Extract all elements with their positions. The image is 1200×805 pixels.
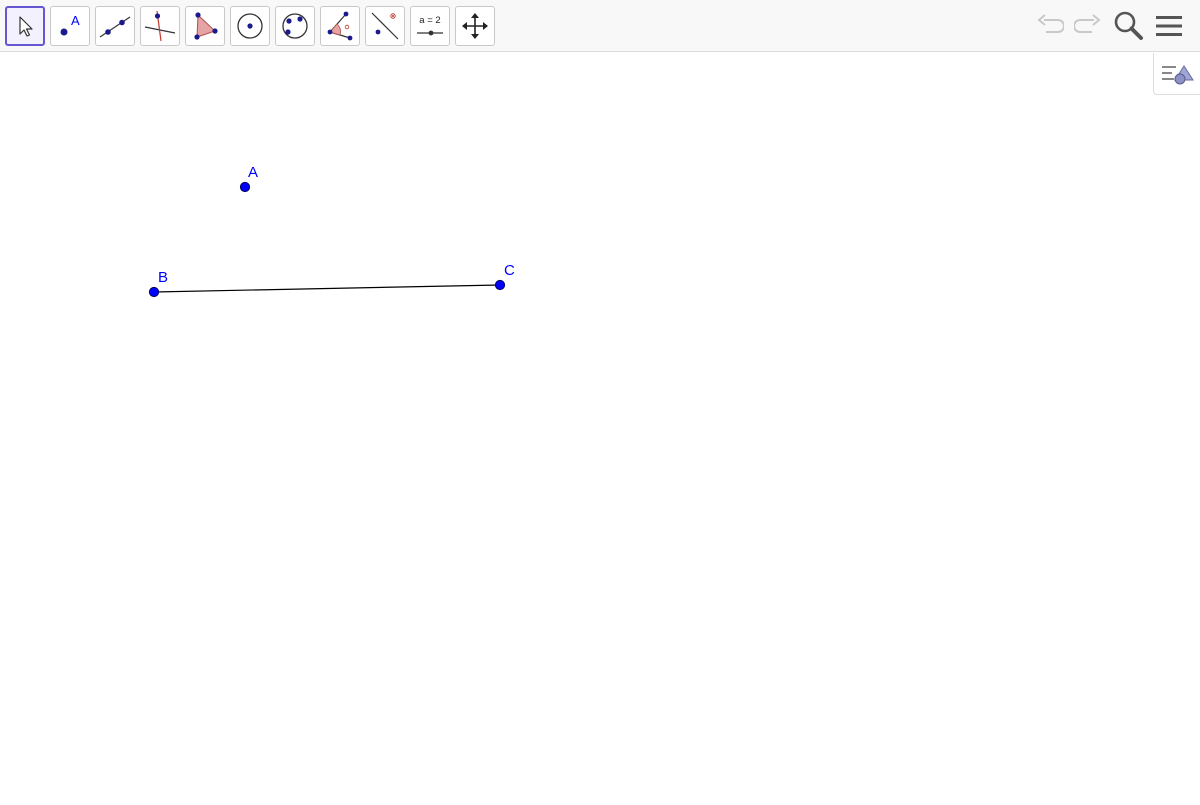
arrow-cursor-icon xyxy=(19,16,33,37)
perpendicular-line-tool-button[interactable] xyxy=(140,6,180,46)
circle-center-point-icon xyxy=(237,13,263,39)
header-controls xyxy=(1032,8,1186,44)
angle-icon xyxy=(327,11,353,41)
point-a[interactable] xyxy=(239,181,251,193)
circle-three-points-tool-button[interactable] xyxy=(275,6,315,46)
slider-tool-text: a = 2 xyxy=(419,15,440,26)
move-arrows-icon xyxy=(462,13,488,39)
search-icon xyxy=(1114,11,1143,40)
main-menu-button[interactable] xyxy=(1152,8,1186,44)
reflect-tool-button[interactable] xyxy=(365,6,405,46)
slider-tool-button[interactable]: a = 2 xyxy=(410,6,450,46)
point-a-label: A xyxy=(248,164,258,181)
menu-icon xyxy=(1156,16,1182,36)
point-c-label: C xyxy=(504,262,515,279)
graphics-view[interactable]: A B C xyxy=(0,53,1200,800)
perpendicular-line-icon xyxy=(144,10,176,42)
slider-icon: a = 2 xyxy=(417,15,443,36)
segment-bc[interactable] xyxy=(153,284,501,293)
move-graphics-view-tool-button[interactable] xyxy=(455,6,495,46)
point-tool-letter: A xyxy=(71,13,80,28)
construction-canvas[interactable]: A B C xyxy=(0,53,1200,800)
angle-tool-button[interactable] xyxy=(320,6,360,46)
polygon-tool-button[interactable] xyxy=(185,6,225,46)
point-b[interactable] xyxy=(148,286,160,298)
point-b-label: B xyxy=(158,269,168,286)
point-icon: A xyxy=(60,13,80,36)
point-c[interactable] xyxy=(494,279,506,291)
redo-button[interactable] xyxy=(1072,8,1106,44)
point-tool-button[interactable]: A xyxy=(50,6,90,46)
line-tool-button[interactable] xyxy=(95,6,135,46)
reflect-about-line-icon xyxy=(371,12,399,40)
undo-button[interactable] xyxy=(1032,8,1066,44)
polygon-icon xyxy=(194,12,218,40)
line-icon xyxy=(99,16,131,38)
move-tool-button[interactable] xyxy=(5,6,45,46)
circle-three-points-icon xyxy=(282,13,308,39)
redo-icon xyxy=(1074,14,1101,33)
toolbar: A a = 2 xyxy=(0,0,1200,52)
tool-group: A a = 2 xyxy=(5,6,495,46)
search-button[interactable] xyxy=(1112,8,1146,44)
undo-icon xyxy=(1037,14,1064,33)
circle-center-tool-button[interactable] xyxy=(230,6,270,46)
